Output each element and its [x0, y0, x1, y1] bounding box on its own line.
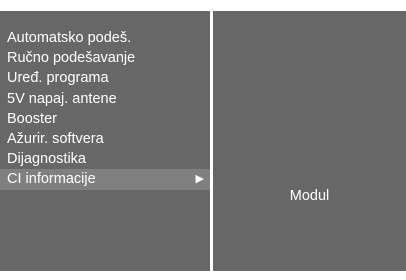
menu-item-program-edit[interactable]: Uređ. programa: [0, 68, 210, 88]
menu-item-label: Dijagnostika: [7, 151, 86, 168]
menu-item-label: Ručno podešavanje: [7, 50, 136, 67]
menu-item-antenna-power[interactable]: 5V napaj. antene: [0, 89, 210, 109]
tv-menu-screen: Automatsko podeš. Ručno podešavanje Uređ…: [0, 0, 406, 280]
menu-item-software-update[interactable]: Ažurir. softvera: [0, 129, 210, 149]
menu-item-label: Booster: [7, 110, 57, 127]
menu-item-ci-information[interactable]: CI informacije ▶: [0, 169, 210, 190]
submenu-item-label: Modul: [289, 188, 330, 204]
main-menu-list: Automatsko podeš. Ručno podešavanje Uređ…: [0, 28, 210, 190]
menu-item-booster[interactable]: Booster: [0, 109, 210, 129]
main-menu-panel: Automatsko podeš. Ručno podešavanje Uređ…: [0, 11, 213, 271]
submenu-item-module[interactable]: Modul: [213, 186, 406, 206]
menu-item-label: CI informacije: [7, 171, 96, 188]
menu-item-diagnostics[interactable]: Dijagnostika: [0, 149, 210, 169]
menu-item-label: Automatsko podeš.: [7, 30, 132, 46]
menu-item-manual-tuning[interactable]: Ručno podešavanje: [0, 48, 210, 68]
right-triangle-icon: ▶: [195, 173, 204, 186]
submenu-panel: Modul: [213, 11, 406, 271]
menu-item-label: 5V napaj. antene: [7, 90, 117, 107]
menu-item-automatic-tuning[interactable]: Automatsko podeš.: [0, 28, 210, 48]
menu-item-label: Uređ. programa: [7, 70, 109, 87]
menu-item-label: Ažurir. softvera: [7, 130, 104, 147]
